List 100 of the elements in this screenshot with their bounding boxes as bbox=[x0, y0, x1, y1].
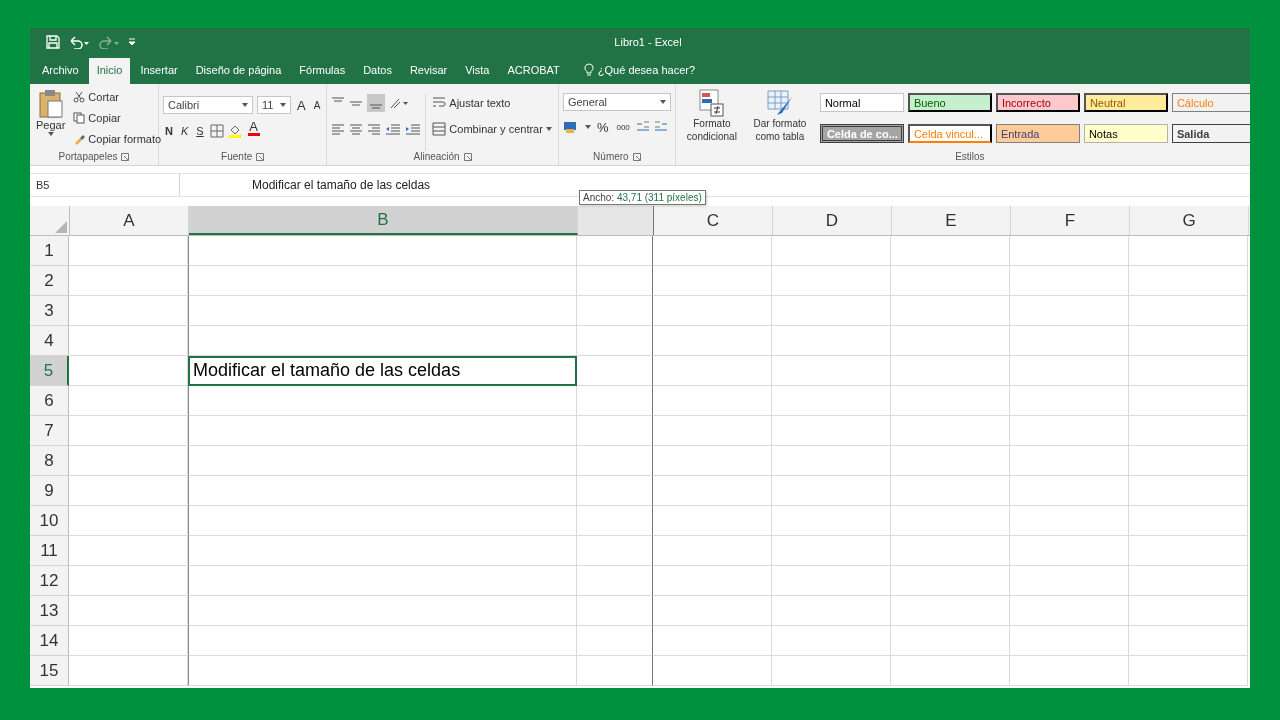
table-cell[interactable] bbox=[577, 266, 653, 296]
italic-button[interactable]: K bbox=[178, 121, 191, 141]
ribbon-tab[interactable]: Insertar bbox=[132, 58, 186, 84]
row-header[interactable]: 11 bbox=[30, 536, 69, 566]
tell-me-field[interactable]: ¿Qué desea hacer? bbox=[597, 63, 696, 76]
table-cell[interactable] bbox=[577, 296, 653, 326]
column-header[interactable]: C bbox=[654, 206, 773, 235]
table-cell[interactable] bbox=[577, 506, 653, 536]
brush-icon bbox=[73, 133, 86, 145]
font-name-dropdown[interactable]: Calibri bbox=[163, 96, 253, 114]
ribbon-tab[interactable]: Inicio bbox=[88, 58, 131, 84]
cut-button[interactable]: Cortar bbox=[71, 87, 164, 107]
font-color-button[interactable]: A bbox=[245, 121, 262, 141]
caret-icon bbox=[659, 100, 666, 104]
table-cell[interactable] bbox=[577, 566, 653, 596]
table-cell[interactable] bbox=[577, 326, 653, 356]
copy-icon bbox=[73, 112, 86, 124]
cell-style-item[interactable]: Bueno bbox=[907, 93, 992, 112]
ribbon-tab[interactable]: Datos bbox=[355, 58, 400, 84]
ribbon-tab[interactable]: Diseño de página bbox=[187, 58, 290, 84]
row-header[interactable]: 5 bbox=[30, 356, 69, 386]
increase-decimal-icon[interactable] bbox=[635, 120, 650, 134]
row-header[interactable]: 13 bbox=[30, 596, 69, 626]
row-header[interactable]: 10 bbox=[30, 506, 69, 536]
decrease-decimal-icon[interactable] bbox=[653, 120, 668, 134]
caret-icon bbox=[242, 103, 248, 107]
dialog-launcher-icon[interactable] bbox=[121, 152, 130, 161]
percent-button[interactable]: % bbox=[594, 117, 611, 137]
row-header[interactable]: 6 bbox=[30, 386, 69, 416]
group-label: Portapapeles bbox=[58, 151, 118, 162]
column-header[interactable]: F bbox=[1011, 206, 1130, 235]
decrease-indent-icon[interactable] bbox=[385, 122, 402, 136]
borders-icon[interactable] bbox=[209, 124, 224, 138]
customize-icon[interactable] bbox=[128, 38, 136, 46]
row-header[interactable]: 7 bbox=[30, 416, 69, 446]
number-format-dropdown[interactable]: General bbox=[562, 93, 671, 111]
cell-style-item[interactable]: Entrada bbox=[995, 124, 1080, 143]
select-all-icon[interactable] bbox=[55, 221, 67, 233]
paste-button[interactable]: Pegar bbox=[34, 87, 68, 151]
format-painter-button[interactable]: Copiar formato bbox=[71, 129, 164, 149]
ribbon-tab[interactable]: Vista bbox=[457, 58, 498, 84]
row-header[interactable]: 3 bbox=[30, 296, 69, 326]
align-left-icon[interactable] bbox=[331, 122, 346, 136]
row-header[interactable]: 9 bbox=[30, 476, 69, 506]
align-bottom-icon[interactable] bbox=[367, 94, 386, 112]
ribbon-tab[interactable]: ACROBAT bbox=[499, 58, 568, 84]
table-cell[interactable] bbox=[577, 446, 653, 476]
ribbon-tab[interactable]: Fórmulas bbox=[291, 58, 354, 84]
table-cell[interactable] bbox=[577, 656, 653, 686]
row-header[interactable]: 12 bbox=[30, 566, 69, 596]
merge-center-button[interactable]: Combinar y centrar bbox=[430, 119, 554, 139]
ribbon-tab[interactable]: Archivo bbox=[34, 58, 87, 84]
row-header[interactable]: 15 bbox=[30, 656, 69, 686]
table-cell[interactable] bbox=[577, 476, 653, 506]
table-cell[interactable] bbox=[577, 416, 653, 446]
row-header[interactable]: 8 bbox=[30, 446, 69, 476]
copy-button[interactable]: Copiar bbox=[71, 108, 164, 128]
align-right-icon[interactable] bbox=[367, 122, 382, 136]
column-header[interactable]: G bbox=[1130, 206, 1249, 235]
table-cell[interactable] bbox=[577, 536, 653, 566]
increase-indent-icon[interactable] bbox=[405, 122, 422, 136]
ribbon-tab[interactable]: Revisar bbox=[401, 58, 456, 84]
thousands-button[interactable]: 000 bbox=[614, 117, 632, 137]
row-header[interactable]: 2 bbox=[30, 266, 69, 296]
align-center-icon[interactable] bbox=[349, 122, 364, 136]
row-header[interactable]: 1 bbox=[30, 236, 69, 266]
font-size-dropdown[interactable]: 11 bbox=[257, 96, 291, 114]
cell-style-item[interactable]: Incorrecto bbox=[995, 93, 1080, 112]
cell-style-item[interactable]: Neutral bbox=[1083, 93, 1168, 112]
cell-style-item[interactable]: Notas bbox=[1083, 124, 1168, 143]
conditional-format-button[interactable]: Formato condicional bbox=[679, 87, 744, 151]
row-header[interactable]: 4 bbox=[30, 326, 69, 356]
table-cell[interactable] bbox=[577, 236, 653, 266]
column-header[interactable]: B bbox=[189, 206, 578, 235]
undo-icon[interactable] bbox=[68, 35, 90, 49]
column-header[interactable]: E bbox=[892, 206, 1011, 235]
cell-style-item[interactable]: Salida bbox=[1171, 124, 1250, 143]
wrap-text-button[interactable]: Ajustar texto bbox=[430, 93, 554, 113]
orientation-icon[interactable] bbox=[389, 96, 410, 110]
table-cell[interactable] bbox=[577, 626, 653, 656]
table-cell[interactable] bbox=[577, 356, 653, 386]
format-as-table-button[interactable]: Dar formato como tabla bbox=[747, 87, 812, 151]
table-cell[interactable] bbox=[577, 386, 653, 416]
dialog-launcher-icon[interactable] bbox=[463, 152, 472, 161]
table-cell[interactable]: Modificar el tamaño de las celdas bbox=[188, 356, 577, 386]
bold-button[interactable]: N bbox=[163, 121, 175, 141]
shrink-font-button[interactable]: A bbox=[311, 95, 323, 115]
underline-button[interactable]: S bbox=[194, 121, 206, 141]
cell-style-item[interactable]: Normal bbox=[819, 93, 904, 112]
dialog-launcher-icon[interactable] bbox=[256, 152, 265, 161]
dialog-launcher-icon[interactable] bbox=[632, 152, 641, 161]
fill-bucket-icon[interactable] bbox=[227, 124, 242, 138]
grow-font-button[interactable]: A bbox=[295, 95, 308, 115]
row-header[interactable]: 14 bbox=[30, 626, 69, 656]
name-box[interactable]: B5 bbox=[30, 174, 180, 196]
save-icon[interactable] bbox=[46, 35, 60, 49]
scissors-icon bbox=[73, 91, 86, 103]
formula-field[interactable]: Modificar el tamaño de las celdas bbox=[180, 178, 1250, 192]
table-cell[interactable] bbox=[577, 596, 653, 626]
column-header[interactable]: D bbox=[773, 206, 892, 235]
